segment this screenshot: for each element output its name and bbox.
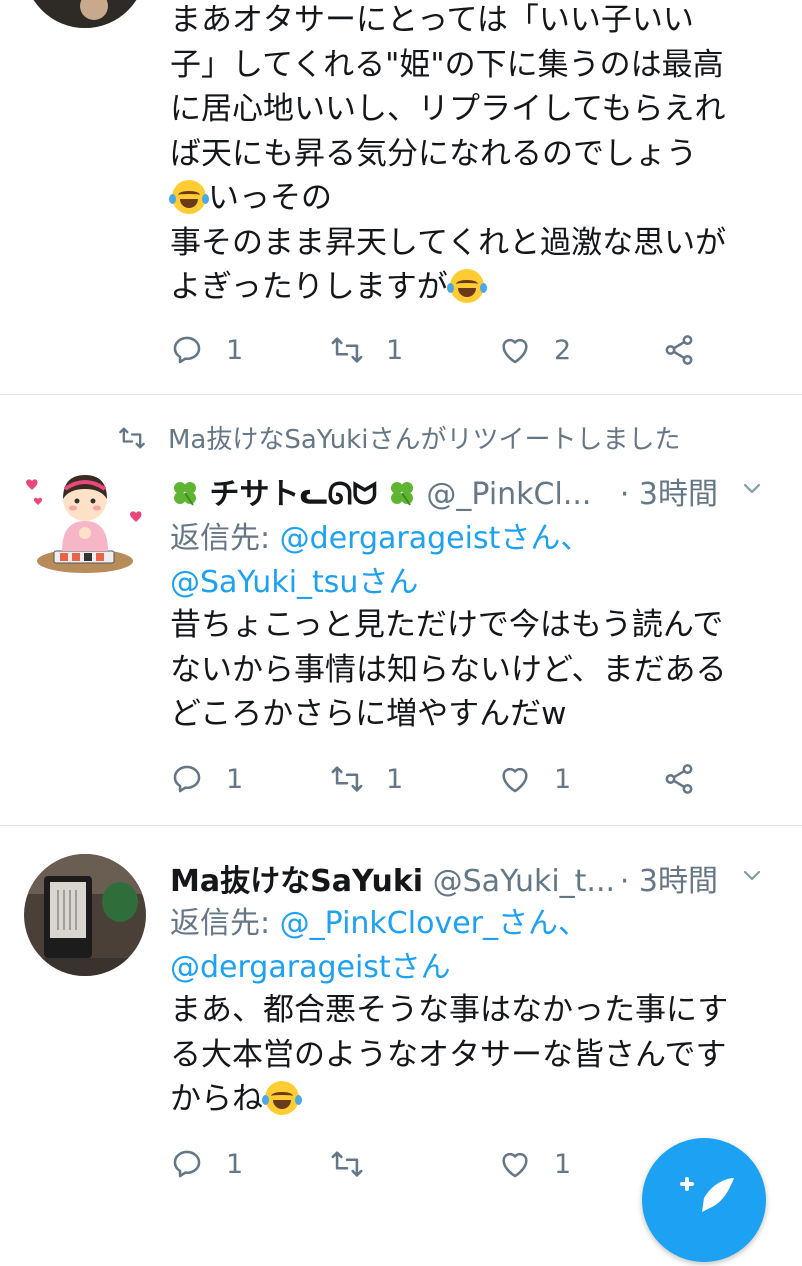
tweet-actions: 1 1 1 <box>170 759 730 799</box>
tweet-header: チサトᓚᘏᗢ @_PinkCl... · 3時間 <box>170 469 780 512</box>
reply-button[interactable]: 1 <box>170 330 243 370</box>
like-icon <box>502 1152 528 1178</box>
tweet-text: 昔ちょこっと見ただけで今はもう読んで ないから事情は知らないけど、まだある どこ… <box>170 607 727 732</box>
retweet-icon <box>331 766 363 792</box>
retweet-button[interactable] <box>330 1144 364 1184</box>
retweet-button[interactable]: 1 <box>330 759 403 799</box>
like-button[interactable]: 1 <box>498 759 571 799</box>
retweet-context[interactable]: Ma抜けなSaYukiさんがリツイートしました <box>118 419 680 456</box>
clover-icon <box>170 478 200 508</box>
timestamp[interactable]: · 3時間 <box>620 856 718 900</box>
mention-link[interactable]: @dergarageistさん <box>170 950 451 985</box>
reply-to: 返信先: @_PinkClover_さん、 @dergarageistさん <box>170 906 588 985</box>
reply-icon <box>173 765 201 793</box>
reply-icon <box>173 336 201 364</box>
display-name-suffix: ᓚᘏᗢ <box>299 477 378 512</box>
like-icon <box>502 767 528 793</box>
compose-icon <box>680 1177 734 1212</box>
clover-icon <box>387 478 417 508</box>
like-button[interactable]: 2 <box>498 330 571 370</box>
chevron-down-icon[interactable] <box>740 477 764 501</box>
avatar[interactable] <box>24 459 146 581</box>
laughing-tears-emoji <box>262 1081 302 1115</box>
mention-link[interactable]: @SaYuki_tsuさん <box>170 565 418 600</box>
user-handle[interactable]: @_PinkCl... <box>426 477 591 512</box>
tweet-2[interactable]: Ma抜けなSaYukiさんがリツイートしました チサトᓚᘏᗢ @_PinkCl.… <box>0 395 802 825</box>
reply-button[interactable]: 1 <box>170 1144 243 1184</box>
laughing-tears-emoji <box>169 180 209 214</box>
timestamp[interactable]: · 3時間 <box>620 469 718 513</box>
mention-link[interactable]: @_PinkClover_さん、 <box>280 906 588 941</box>
reply-icon <box>173 1150 201 1178</box>
reply-to: 返信先: @dergarageistさん、 @SaYuki_tsuさん <box>170 521 591 600</box>
retweet-button[interactable]: 1 <box>330 330 403 370</box>
tweet-text: まあオタサーにとっては「いい子いい 子」してくれる"姫"の下に集うのは最高 に居… <box>169 2 727 305</box>
like-button[interactable]: 1 <box>498 1144 571 1184</box>
like-icon <box>502 338 528 364</box>
reply-button[interactable]: 1 <box>170 759 243 799</box>
laughing-tears-emoji <box>446 269 487 303</box>
display-name[interactable]: Ma抜けなSaYuki <box>170 864 423 899</box>
share-icon <box>665 764 693 794</box>
user-handle[interactable]: @SaYuki_t... <box>433 864 615 899</box>
tweet-1[interactable]: まあオタサーにとっては「いい子いい 子」してくれる"姫"の下に集うのは最高 に居… <box>0 0 802 394</box>
retweet-icon <box>119 427 145 448</box>
share-button[interactable] <box>662 759 696 799</box>
retweet-icon <box>331 337 363 363</box>
compose-tweet-button[interactable] <box>642 1138 766 1262</box>
display-name[interactable]: チサト <box>210 477 300 512</box>
mention-link[interactable]: @dergarageistさん、 <box>280 521 591 556</box>
share-icon <box>665 335 693 365</box>
avatar[interactable] <box>24 854 146 976</box>
share-button[interactable] <box>662 330 696 370</box>
avatar[interactable] <box>24 0 146 28</box>
tweet-actions: 1 1 2 <box>170 330 730 370</box>
tweet-text: まあ、都合悪そうな事はなかった事にす る大本営のようなオタサーな皆さんです から… <box>170 992 729 1117</box>
retweet-icon <box>331 1151 363 1177</box>
tweet-header: Ma抜けなSaYuki @SaYuki_t... · 3時間 <box>170 856 780 899</box>
chevron-down-icon[interactable] <box>740 864 764 888</box>
